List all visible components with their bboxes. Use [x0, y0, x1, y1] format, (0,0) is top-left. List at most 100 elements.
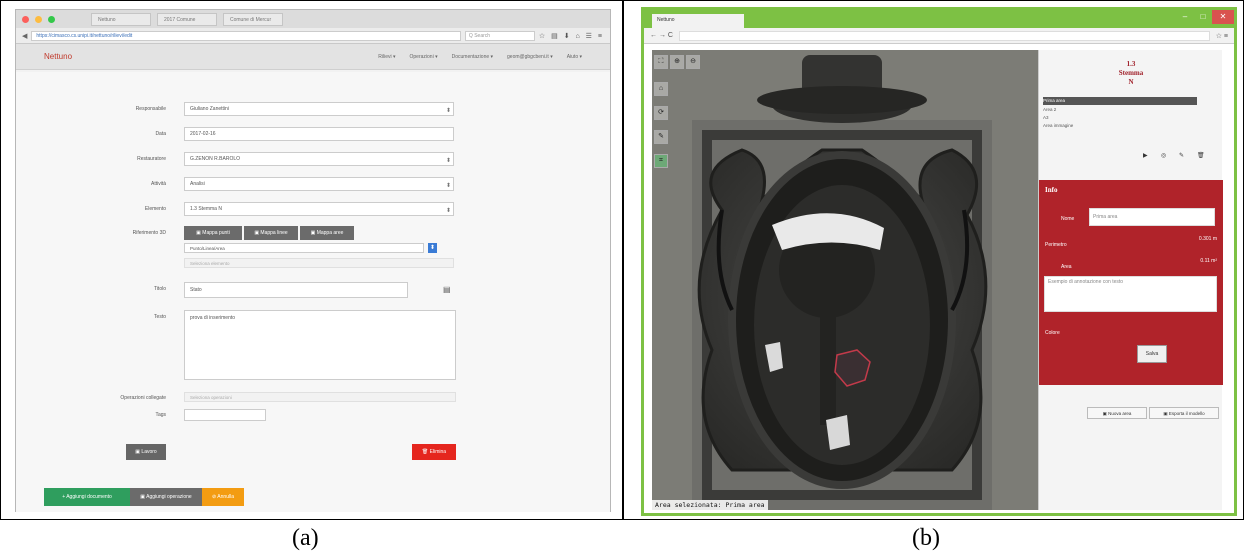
aggiungi-operazione-button[interactable]: ▣ Aggiungi operazione [130, 488, 202, 506]
field-label: Testo [154, 314, 166, 320]
tags-field[interactable] [184, 409, 266, 421]
area-tool-icon[interactable]: ⌗ [654, 154, 668, 168]
titolo-field[interactable]: Stato [184, 282, 408, 298]
restauratore-select[interactable]: G.ZENON R.BAROLO ⬍ [184, 152, 454, 166]
field-label: Responsabile [135, 106, 166, 112]
elimina-button[interactable]: 🗑 Elimina [412, 444, 456, 460]
maximize-dot-icon[interactable] [48, 15, 55, 23]
mappa-punti-button[interactable]: ▣ Mappa punti [184, 226, 242, 240]
star-menu-icon[interactable]: ☆ ≡ [1216, 32, 1228, 40]
riferimento-elemento-select[interactable]: Seleziona elemento [184, 258, 454, 268]
riferimento-select[interactable]: Punto/Linea/Area [184, 243, 424, 253]
mac-browser-window: Nettuno 2017 Comune Comune di Mercur ◀ h… [15, 9, 611, 512]
info-card: Info Nome Prima area Perimetro 0.301 m A… [1039, 180, 1223, 385]
esporta-modello-button[interactable]: ▣ Esporta il modello [1149, 407, 1219, 419]
list-item[interactable]: Prima area [1043, 98, 1065, 103]
testo-textarea[interactable]: prova di inserimento [184, 310, 456, 380]
salva-button[interactable]: Salva [1137, 345, 1167, 363]
note-textarea[interactable]: Esempio di annotazione con testo [1044, 276, 1217, 312]
field-label: Elemento [144, 206, 166, 212]
nav-menu: Rilievi ▾ Operazioni ▾ Documentazione ▾ … [378, 54, 582, 60]
view-icon[interactable]: ◎ [1161, 152, 1166, 159]
fullscreen-icon[interactable]: ⛶ [654, 55, 668, 69]
browser-tab[interactable]: Nettuno [652, 14, 744, 28]
3d-viewer[interactable]: ⛶ ⊕ ⊖ ⌂ ⟳ ✎ ⌗ Area selezionata: Prima ar… [652, 50, 1038, 510]
chevron-down-icon: ⬍ [445, 208, 451, 214]
trash-icon[interactable]: 🗑 [1197, 152, 1205, 159]
field-label: Data [155, 131, 166, 137]
panel-b: Nettuno – □ ✕ ← → C ☆ ≡ ⛶ ⊕ ⊖ ⌂ ⟳ ✎ ⌗ Ar… [623, 0, 1244, 520]
address-bar-row: ◀ https://cimasco.cs.unipi.it/nettuno/ri… [16, 28, 610, 44]
browser-tab[interactable]: Nettuno [91, 12, 151, 26]
search-field[interactable]: Q Search [464, 30, 535, 41]
caption-a: (a) [292, 525, 319, 551]
perimetro-value: 0.301 m [1198, 236, 1217, 242]
windows-browser-window: Nettuno – □ ✕ ← → C ☆ ≡ ⛶ ⊕ ⊖ ⌂ ⟳ ✎ ⌗ Ar… [641, 7, 1237, 516]
chevron-down-icon: ⬍ [445, 183, 451, 189]
play-icon[interactable]: ▶ [1143, 152, 1148, 159]
field-label: Restauratore [137, 156, 166, 162]
maximize-icon[interactable]: □ [1194, 10, 1212, 24]
field-label: Attività [150, 181, 166, 187]
rotate-icon[interactable]: ⟳ [654, 106, 668, 120]
nav-item[interactable]: Operazioni ▾ [410, 54, 438, 60]
panel-a: Nettuno 2017 Comune Comune di Mercur ◀ h… [0, 0, 623, 520]
aggiungi-documento-button[interactable]: + Aggiungi documento [44, 488, 130, 506]
data-field[interactable]: 2017-02-16 [184, 127, 454, 141]
nome-field[interactable]: Prima area [1089, 208, 1215, 226]
nav-item[interactable]: geom@gbgcbeni.it ▾ [507, 54, 553, 60]
edit-icon[interactable]: ✎ [1179, 152, 1184, 159]
list-item-selected[interactable] [1043, 97, 1197, 105]
minimize-dot-icon[interactable] [35, 15, 42, 23]
nav-item[interactable]: Aiuto ▾ [567, 54, 582, 60]
nav-item[interactable]: Documentazione ▾ [452, 54, 493, 60]
lavoro-button[interactable]: ▣ Lavoro [126, 444, 166, 460]
measure-icon[interactable]: ✎ [654, 130, 668, 144]
url-field[interactable]: https://cimasco.cs.unipi.it/nettuno/rili… [31, 30, 461, 41]
browser-tab[interactable]: 2017 Comune [157, 12, 217, 26]
selection-status: Area selezionata: Prima area [652, 500, 768, 510]
close-dot-icon[interactable] [22, 15, 29, 23]
url-field[interactable] [678, 30, 1210, 41]
field-label: Titolo [153, 286, 166, 292]
mappa-aree-button[interactable]: ▣ Mappa aree [300, 226, 354, 240]
browser-tab[interactable]: Comune di Mercur [223, 12, 283, 26]
nav-item[interactable]: Rilievi ▾ [378, 54, 395, 60]
card-title: Info [1045, 186, 1058, 194]
close-icon[interactable]: ✕ [1212, 10, 1234, 24]
minimize-icon[interactable]: – [1176, 10, 1194, 24]
list-item[interactable]: A3 [1043, 115, 1049, 120]
annulla-button[interactable]: ⊘ Annulla [202, 488, 244, 506]
field-label: Tags [155, 412, 166, 418]
responsabile-select[interactable]: Giuliano Zanettini ⬍ [184, 102, 454, 116]
coat-of-arms-render [652, 50, 1038, 510]
area-label: Area [1061, 264, 1072, 270]
app-navbar: Nettuno Rilievi ▾ Operazioni ▾ Documenta… [16, 44, 610, 70]
list-item[interactable]: Area immagine [1043, 123, 1073, 128]
colore-label: Colore [1045, 330, 1060, 336]
home-view-icon[interactable]: ⌂ [654, 82, 668, 96]
back-arrow-icon[interactable]: ◀ [22, 32, 27, 40]
chevron-down-icon: ⬍ [445, 108, 451, 114]
calendar-icon[interactable]: ▤ [443, 285, 451, 294]
window-controls: – □ ✕ [1176, 10, 1234, 24]
attivita-select[interactable]: Analisi ⬍ [184, 177, 454, 191]
chevron-updown-icon[interactable]: ⬍ [428, 243, 437, 253]
brand-logo[interactable]: Nettuno [44, 52, 72, 61]
browser-tab-bar: Nettuno 2017 Comune Comune di Mercur [16, 10, 610, 28]
nome-label: Nome [1061, 216, 1075, 222]
side-panel: 1.3 Stemma N Prima area Area 2 A3 Area i… [1038, 50, 1223, 510]
field-label: Operazioni collegate [120, 395, 166, 401]
elemento-select[interactable]: 1.3 Stemma N ⬍ [184, 202, 454, 216]
nav-arrows-icon[interactable]: ← → C [650, 32, 673, 39]
field-label: Riferimento 3D [132, 230, 166, 236]
address-bar-row: ← → C ☆ ≡ [644, 28, 1234, 44]
zoom-out-icon[interactable]: ⊖ [686, 55, 700, 69]
title-bar: Nettuno – □ ✕ [644, 10, 1234, 28]
zoom-in-icon[interactable]: ⊕ [670, 55, 684, 69]
mappa-linee-button[interactable]: ▣ Mappa linee [244, 226, 298, 240]
nuova-area-button[interactable]: ▣ Nuova area [1087, 407, 1147, 419]
toolbar-icons[interactable]: ☆ ▤ ⬇ ⌂ ☰ ≡ [539, 32, 604, 40]
list-item[interactable]: Area 2 [1043, 107, 1056, 112]
operazioni-select[interactable]: Seleziona operazioni [184, 392, 456, 402]
